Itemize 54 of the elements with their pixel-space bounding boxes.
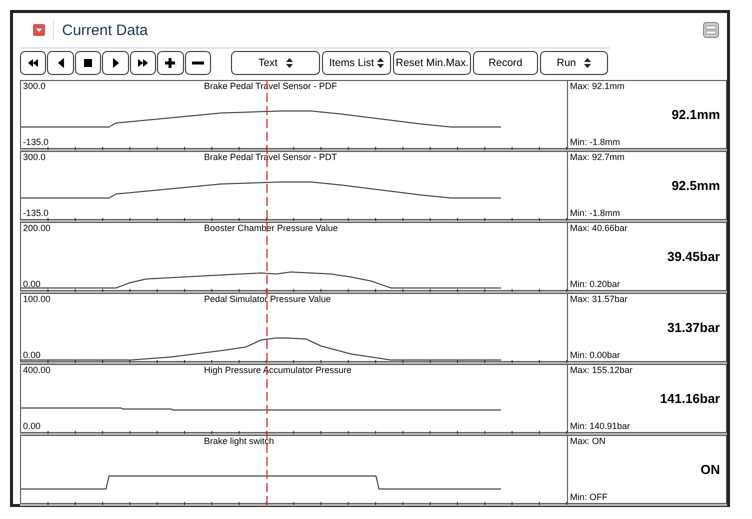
max-reading: Max: 92.7mm [570,152,626,163]
scale-max-label: 100.00 [23,294,51,304]
cursor-line[interactable] [266,80,268,508]
scale-min-label: 0.00 [23,350,41,360]
current-value: 92.1mm [670,106,720,124]
minus-button[interactable] [184,51,212,75]
layout-icon[interactable] [703,22,719,38]
rewind-icon [27,58,40,68]
min-reading: Min: 0.00bar [570,350,622,361]
current-value: 31.37bar [666,319,720,337]
scale-min-label: 0.00 [23,279,41,289]
scale-max-label: 400.00 [23,365,51,375]
toolbar-button[interactable]: Record [473,51,538,75]
scale-max-label: 300.0 [23,81,46,91]
updown-icon [584,58,592,68]
signal-name: Brake light switch [204,436,274,446]
max-reading: Max: 92.1mm [570,81,626,92]
min-reading: Min: OFF [570,492,608,503]
plus-icon [164,58,176,68]
max-reading: Max: ON [570,436,607,447]
forward-icon [137,58,150,68]
scale-min-label: -135.0 [23,208,49,218]
min-reading: Min: 0.20bar [570,279,622,290]
toolbar-button[interactable]: Reset Min.Max. [393,51,472,75]
forward-button[interactable] [130,51,156,75]
play-button[interactable] [102,51,129,75]
current-value: 92.5mm [670,177,720,195]
dropdown-icon[interactable] [33,24,45,36]
select-dropdown[interactable]: Run [540,51,608,75]
current-value: 39.45bar [666,248,720,266]
stop-icon [82,58,94,68]
scale-min-label: 0.00 [23,421,41,431]
current-value: ON [700,461,720,479]
select-dropdown[interactable]: Items List [322,51,392,75]
max-reading: Max: 155.12bar [570,365,634,376]
back-button[interactable] [47,51,74,75]
scale-min-label: -135.0 [23,137,49,147]
updown-icon [286,58,293,68]
signal-name: Pedal Simulator Pressure Value [204,294,331,304]
rewind-button[interactable] [20,51,46,75]
updown-icon [377,58,384,68]
min-reading: Min: 140.91bar [570,421,632,432]
min-reading: Min: -1.8mm [570,208,622,219]
stop-button[interactable] [74,51,102,75]
max-reading: Max: 31.57bar [570,294,629,305]
select-dropdown[interactable]: Text [230,51,320,75]
scale-max-label: 200.00 [23,223,51,233]
plus-button[interactable] [157,51,184,75]
current-value: 141.16bar [659,390,720,408]
signal-name: Brake Pedal Travel Sensor - PDT [204,152,338,162]
scale-max-label: 300.0 [23,152,46,162]
min-reading: Min: -1.8mm [570,137,622,148]
max-reading: Max: 40.66bar [570,223,629,234]
window-title: Current Data [62,22,148,38]
